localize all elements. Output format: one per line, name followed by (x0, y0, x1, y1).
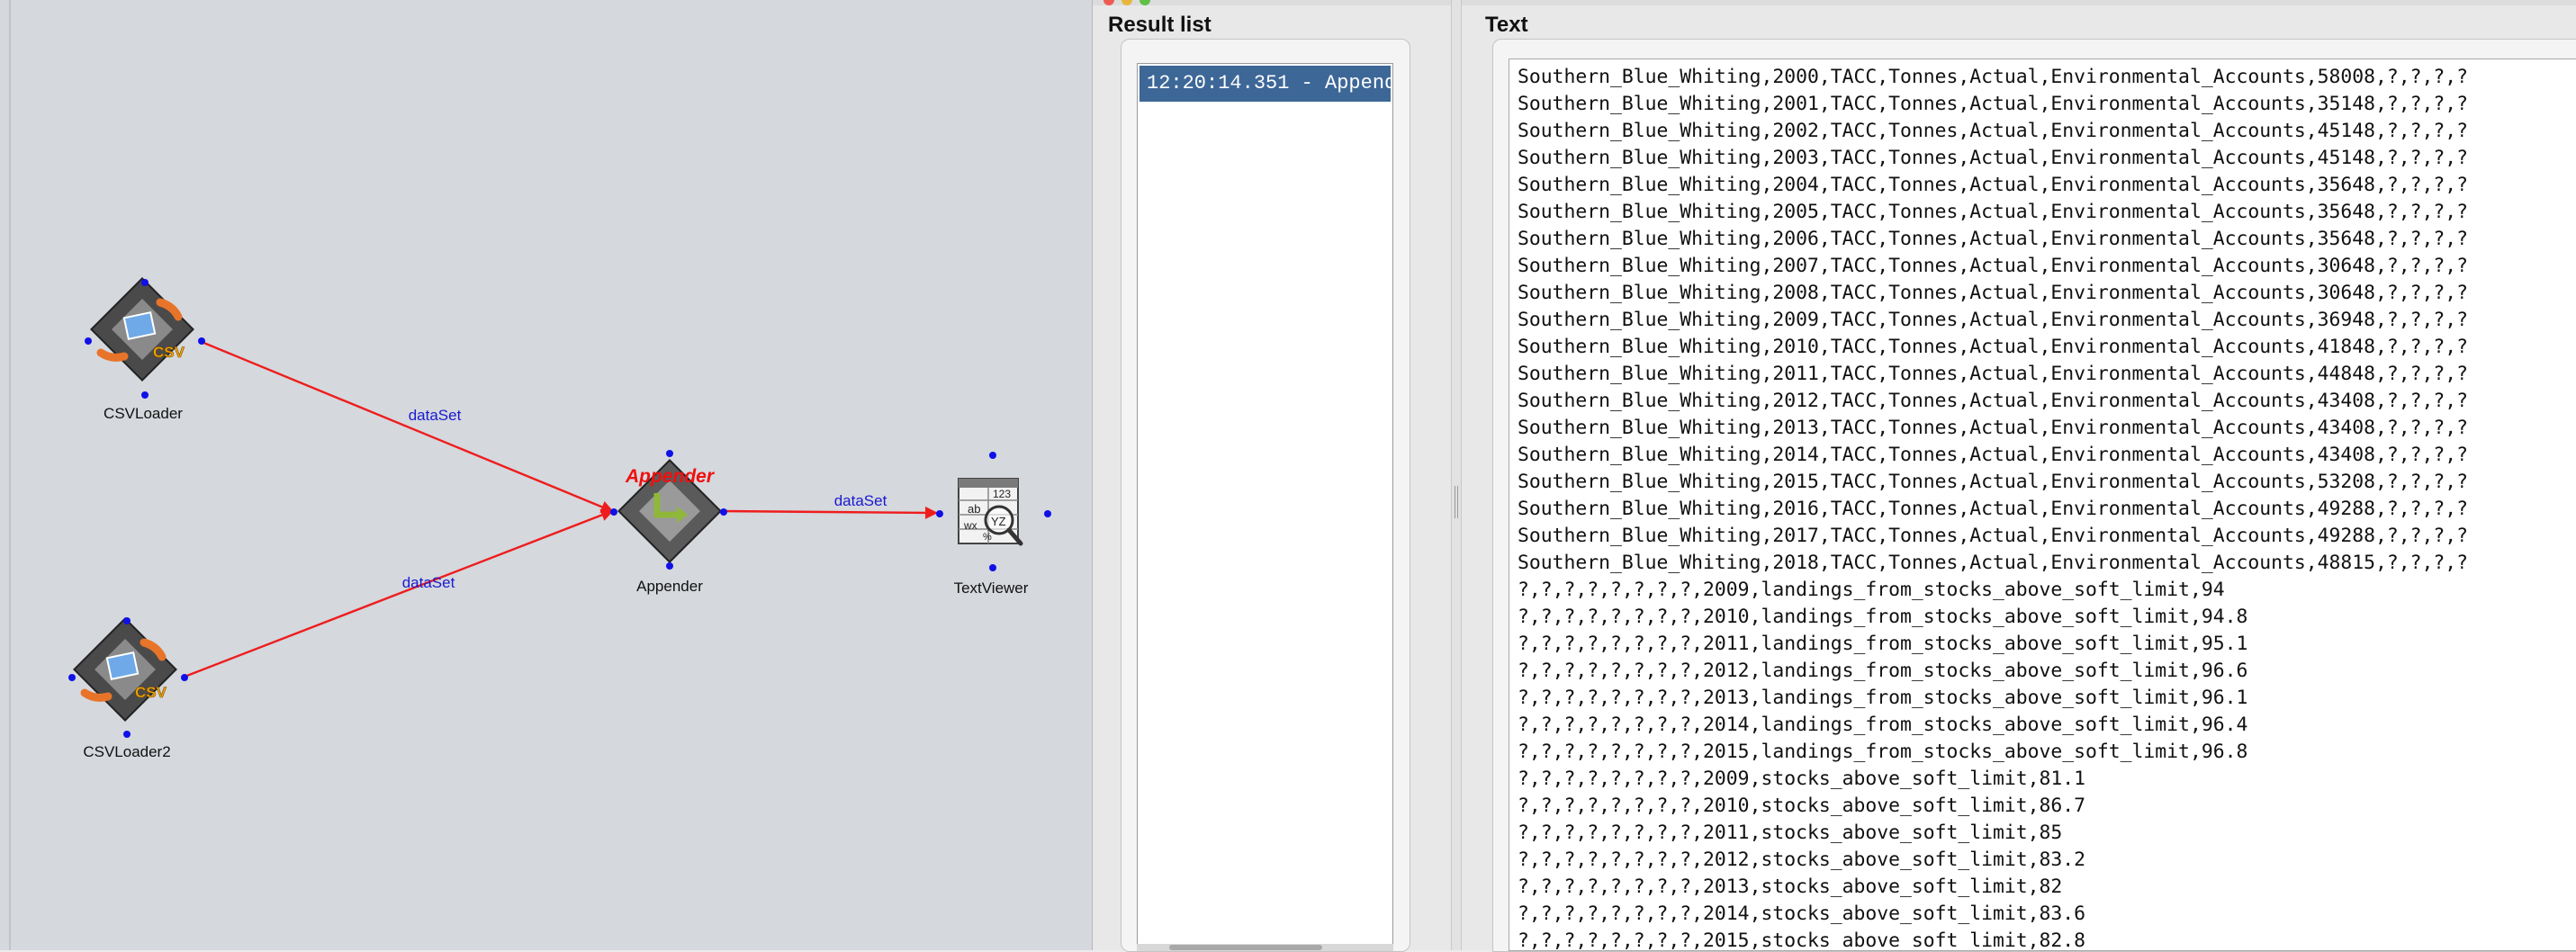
text-output-line: ?,?,?,?,?,?,?,?,2014,stocks_above_soft_l… (1518, 903, 2086, 925)
text-output-line: ?,?,?,?,?,?,?,?,2010,landings_from_stock… (1518, 606, 2248, 628)
csv-loader2-icon[interactable]: CSV (73, 617, 177, 722)
result-list[interactable]: 12:20:14.351 - Appended (1137, 63, 1393, 951)
text-output-line: ?,?,?,?,?,?,?,?,2011,landings_from_stock… (1518, 633, 2248, 655)
csvloader-handle-right[interactable] (198, 337, 205, 345)
text-output-line: Southern_Blue_Whiting,2004,TACC,Tonnes,A… (1518, 174, 2469, 196)
svg-text:CSV: CSV (135, 684, 167, 701)
text-output-line: ?,?,?,?,?,?,?,?,2015,landings_from_stock… (1518, 741, 2248, 763)
svg-text:%: % (983, 532, 992, 543)
text-output-line: ?,?,?,?,?,?,?,?,2012,landings_from_stock… (1518, 660, 2248, 682)
connections-layer: CSV CSV ab 123 wx % YZ (73, 277, 1023, 722)
zoom-window-icon[interactable] (1139, 0, 1150, 5)
text-output-line: ?,?,?,?,?,?,?,?,2009,landings_from_stock… (1518, 579, 2225, 601)
text-output-line: Southern_Blue_Whiting,2014,TACC,Tonnes,A… (1518, 444, 2469, 466)
splitter-grip-icon[interactable] (1455, 486, 1458, 518)
textviewer-handle-top[interactable] (989, 452, 996, 459)
connection-csvloader2-appender[interactable] (184, 508, 614, 678)
result-list-header: Result list (1108, 13, 1211, 37)
csvloader-handle-top[interactable] (141, 279, 149, 286)
window-title-strip (1093, 0, 2576, 5)
scrollbar-thumb[interactable] (1169, 945, 1322, 950)
csvloader-handle-left[interactable] (85, 337, 92, 345)
appender-title: Appender (625, 466, 715, 487)
appender-handle-top[interactable] (666, 450, 673, 457)
close-window-icon[interactable] (1103, 0, 1114, 5)
text-output-line: Southern_Blue_Whiting,2006,TACC,Tonnes,A… (1518, 228, 2469, 250)
svg-text:wx: wx (963, 519, 977, 532)
connection-appender-textviewer[interactable] (719, 506, 938, 519)
text-output-line: ?,?,?,?,?,?,?,?,2012,stocks_above_soft_l… (1518, 849, 2086, 871)
csvloader2-handle-bottom[interactable] (123, 731, 131, 738)
svg-text:ab: ab (968, 502, 980, 516)
csvloader2-handle-right[interactable] (181, 674, 188, 681)
text-output-line: ?,?,?,?,?,?,?,?,2010,stocks_above_soft_l… (1518, 795, 2086, 817)
text-output-line: ?,?,?,?,?,?,?,?,2014,landings_from_stock… (1518, 714, 2248, 736)
text-output-line: Southern_Blue_Whiting,2009,TACC,Tonnes,A… (1518, 309, 2469, 331)
result-list-frame: 12:20:14.351 - Appended (1121, 39, 1410, 952)
text-output-lines: Southern_Blue_Whiting,2000,TACC,Tonnes,A… (1509, 59, 2576, 951)
text-output-line: Southern_Blue_Whiting,2010,TACC,Tonnes,A… (1518, 336, 2469, 358)
textviewer-handle-left[interactable] (936, 510, 943, 517)
text-output-line: Southern_Blue_Whiting,2002,TACC,Tonnes,A… (1518, 120, 2469, 142)
csvloader-handle-bottom[interactable] (141, 391, 149, 399)
appender-handle-bottom[interactable] (666, 562, 673, 570)
csvloader2-label: CSVLoader2 (83, 743, 171, 760)
text-output-line: ?,?,?,?,?,?,?,?,2013,stocks_above_soft_l… (1518, 876, 2063, 898)
text-output-line: Southern_Blue_Whiting,2001,TACC,Tonnes,A… (1518, 93, 2469, 115)
csvloader2-handle-top[interactable] (123, 617, 131, 624)
text-output-line: ?,?,?,?,?,?,?,?,2015,stocks_above_soft_l… (1518, 930, 2086, 951)
minimize-window-icon[interactable] (1121, 0, 1132, 5)
result-list-item[interactable]: 12:20:14.351 - Appended (1139, 66, 1391, 102)
text-output-line: Southern_Blue_Whiting,2011,TACC,Tonnes,A… (1518, 363, 2469, 385)
text-output-line: Southern_Blue_Whiting,2017,TACC,Tonnes,A… (1518, 525, 2469, 547)
text-output-line: Southern_Blue_Whiting,2003,TACC,Tonnes,A… (1518, 147, 2469, 169)
appender-label: Appender (636, 578, 703, 595)
textviewer-handle-bottom[interactable] (989, 564, 996, 571)
csvloader2-handle-left[interactable] (68, 674, 76, 681)
text-panel-header: Text (1485, 13, 1528, 37)
text-output-line: Southern_Blue_Whiting,2015,TACC,Tonnes,A… (1518, 471, 2469, 493)
text-viewer-icon[interactable]: ab 123 wx % YZ (958, 478, 1023, 546)
text-output-line: Southern_Blue_Whiting,2012,TACC,Tonnes,A… (1518, 390, 2469, 412)
text-output-line: Southern_Blue_Whiting,2016,TACC,Tonnes,A… (1518, 498, 2469, 520)
pane-splitter[interactable] (1451, 0, 1462, 950)
connection-csvloader-appender[interactable] (201, 340, 614, 513)
text-output-line: Southern_Blue_Whiting,2018,TACC,Tonnes,A… (1518, 552, 2469, 574)
connection-label: dataSet (408, 407, 462, 424)
text-panel-frame: Southern_Blue_Whiting,2000,TACC,Tonnes,A… (1492, 39, 2576, 952)
svg-text:YZ: YZ (991, 515, 1006, 528)
svg-text:CSV: CSV (153, 344, 185, 361)
text-output-line: Southern_Blue_Whiting,2007,TACC,Tonnes,A… (1518, 255, 2469, 277)
text-output-area[interactable]: Southern_Blue_Whiting,2000,TACC,Tonnes,A… (1509, 58, 2576, 951)
knowledge-flow-canvas[interactable]: CSV CSV ab 123 wx % YZ Appender CSVLoade… (0, 0, 1092, 950)
appender-handle-left[interactable] (610, 508, 617, 516)
text-output-line: Southern_Blue_Whiting,2013,TACC,Tonnes,A… (1518, 417, 2469, 439)
csv-loader-icon[interactable]: CSV (90, 277, 194, 382)
textviewer-label: TextViewer (953, 579, 1029, 597)
csvloader-label: CSVLoader (104, 405, 183, 422)
connection-label: dataSet (833, 492, 887, 509)
text-output-line: Southern_Blue_Whiting,2005,TACC,Tonnes,A… (1518, 201, 2469, 223)
results-pane: Result list 12:20:14.351 - Appended Text… (1092, 0, 2576, 952)
textviewer-handle-right[interactable] (1044, 510, 1051, 517)
svg-text:123: 123 (993, 488, 1011, 500)
text-output-line: ?,?,?,?,?,?,?,?,2013,landings_from_stock… (1518, 687, 2248, 709)
connection-label: dataSet (401, 574, 455, 591)
text-output-line: ?,?,?,?,?,?,?,?,2009,stocks_above_soft_l… (1518, 768, 2086, 790)
text-output-line: Southern_Blue_Whiting,2000,TACC,Tonnes,A… (1518, 66, 2469, 88)
text-output-line: Southern_Blue_Whiting,2008,TACC,Tonnes,A… (1518, 282, 2469, 304)
text-output-line: ?,?,?,?,?,?,?,?,2011,stocks_above_soft_l… (1518, 822, 2063, 844)
appender-handle-right[interactable] (720, 508, 727, 516)
